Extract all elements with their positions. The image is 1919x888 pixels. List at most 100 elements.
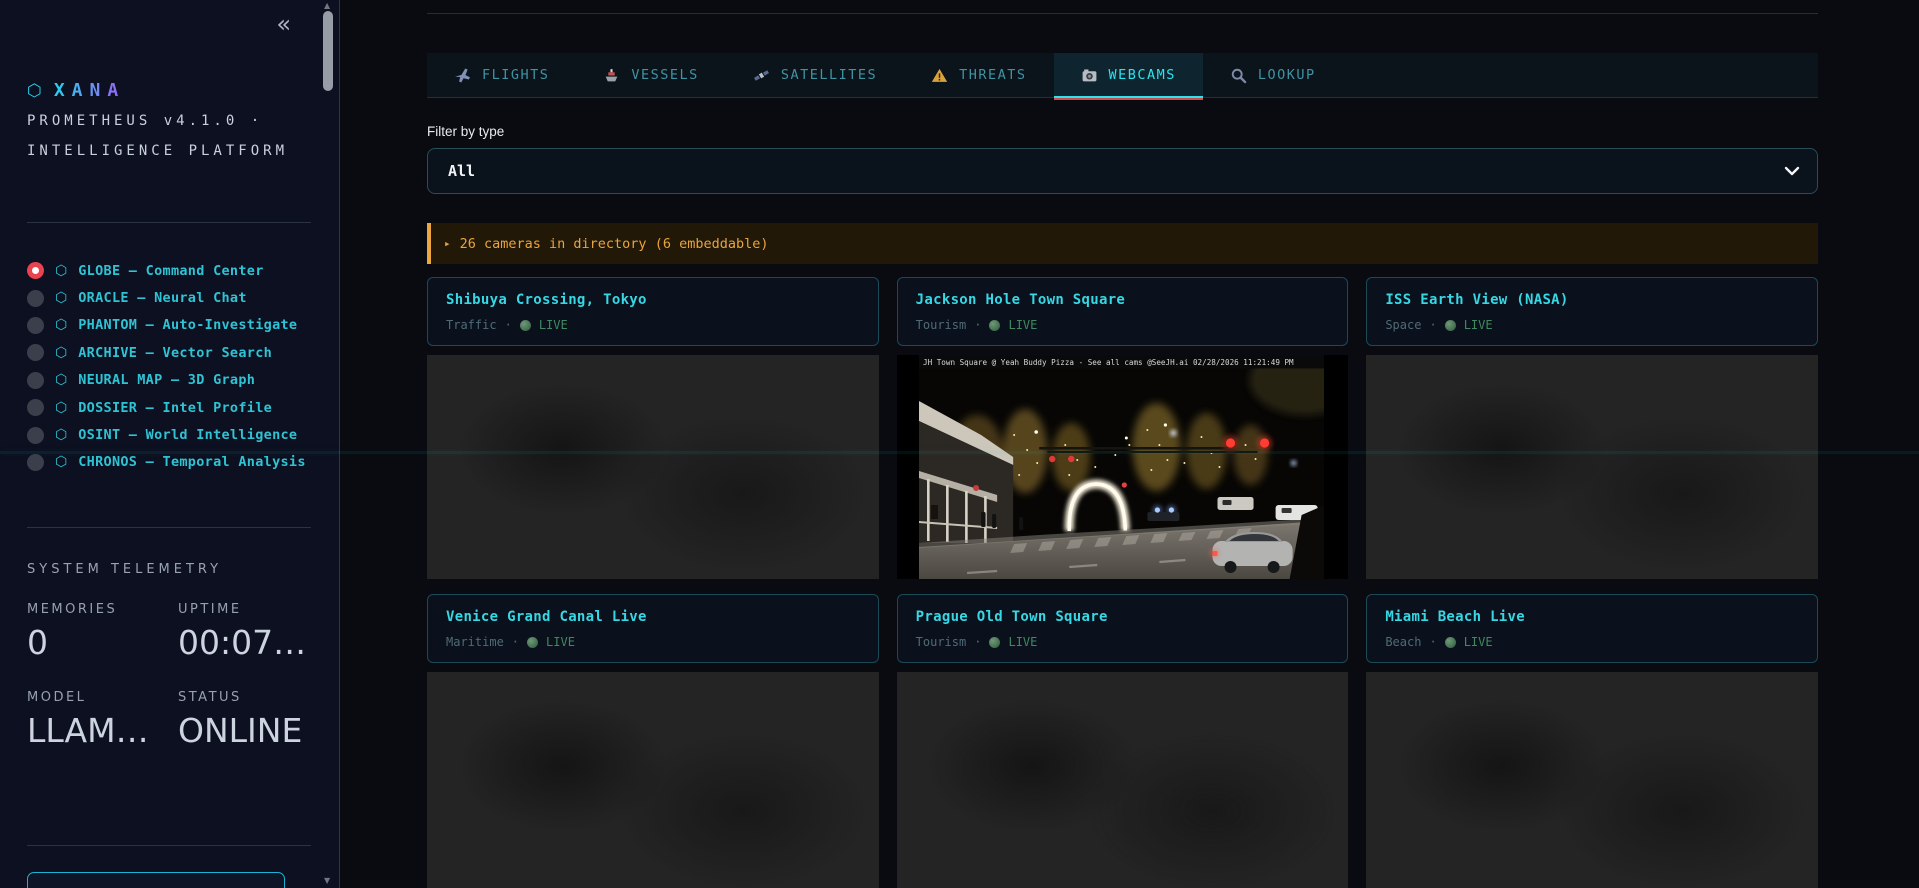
sidebar-divider: [27, 222, 311, 223]
webcam-video-embed[interactable]: [1366, 355, 1818, 579]
stat-label: MODEL: [27, 690, 87, 705]
mode-radio[interactable]: [27, 262, 44, 280]
live-dot-icon: [519, 319, 531, 331]
webcam-card: Venice Grand Canal Live Maritime · LIVE: [427, 594, 879, 888]
mode-option-2[interactable]: ⬡ ORACLE – Neural Chat: [27, 284, 306, 311]
stat-value: ONLINE: [178, 711, 303, 750]
mode-label: ORACLE – Neural Chat: [78, 290, 247, 307]
live-status-label: LIVE: [1008, 635, 1038, 649]
tab-label: WEBCAMS: [1108, 67, 1176, 83]
meta-separator: ·: [974, 635, 982, 649]
meta-separator: ·: [1429, 318, 1437, 332]
mode-option-5[interactable]: ⬡ NEURAL MAP – 3D Graph: [27, 367, 306, 394]
lookup-icon: [1230, 67, 1247, 84]
mode-radio[interactable]: [27, 289, 44, 307]
webcam-video-embed[interactable]: [896, 672, 1349, 888]
mode-option-8[interactable]: ⬡ CHRONOS – Temporal Analysis: [27, 449, 306, 476]
tab-vessels[interactable]: VESSELS: [576, 53, 725, 97]
tab-satellites[interactable]: SATELLITES: [726, 53, 904, 97]
mode-option-4[interactable]: ⬡ ARCHIVE – Vector Search: [27, 339, 306, 366]
webcam-card-header: Miami Beach Live Beach · LIVE: [1366, 594, 1818, 663]
scroll-down-icon[interactable]: ▼: [324, 876, 330, 885]
scrollbar-thumb[interactable]: [323, 11, 333, 91]
chevron-down-icon: [1784, 166, 1800, 176]
mode-option-6[interactable]: ⬡ DOSSIER – Intel Profile: [27, 394, 306, 421]
sidebar: « ⬡ XANA PROMETHEUS v4.1.0 · INTELLIGENC…: [0, 0, 340, 888]
webcam-title: Miami Beach Live: [1385, 609, 1525, 625]
tab-label: LOOKUP: [1257, 67, 1316, 83]
sidebar-collapse-button[interactable]: «: [276, 10, 291, 38]
webcam-card-header: ISS Earth View (NASA) Space · LIVE: [1366, 277, 1818, 346]
meta-separator: ·: [974, 318, 982, 332]
mode-label: CHRONOS – Temporal Analysis: [78, 454, 306, 471]
tab-webcams[interactable]: WEBCAMS: [1053, 53, 1204, 100]
filter-type-select[interactable]: All: [427, 148, 1818, 194]
hexagon-icon: ⬡: [55, 454, 68, 471]
telemetry-stat: UPTIME 00:07…: [178, 602, 307, 662]
webcam-category: Maritime: [446, 635, 504, 649]
webcam-video-embed[interactable]: JH Town Square @ Yeah Buddy Pizza - See …: [896, 355, 1349, 579]
tab-bar: FLIGHTS VESSELS SATELLITES THREATS WEBCA…: [427, 53, 1818, 100]
stat-value: 00:07…: [178, 623, 307, 662]
banner-text: 26 cameras in directory (6 embeddable): [459, 235, 769, 252]
webcam-meta: Traffic · LIVE: [446, 318, 860, 332]
webcam-card: Jackson Hole Town Square Tourism · LIVE: [896, 277, 1349, 579]
webcam-category: Beach: [1385, 635, 1422, 649]
mode-option-7[interactable]: ⬡ OSINT – World Intelligence: [27, 421, 306, 448]
telemetry-stats: MEMORIES 0 UPTIME 00:07… MODEL LLAM… STA…: [27, 602, 307, 778]
webcam-title: Prague Old Town Square: [915, 609, 1108, 625]
tab-lookup[interactable]: LOOKUP: [1203, 53, 1343, 97]
camera-count-banner: ▸ 26 cameras in directory (6 embeddable): [427, 223, 1818, 264]
tab-threats[interactable]: THREATS: [904, 53, 1053, 97]
mode-radio[interactable]: [27, 316, 44, 334]
flights-icon: [454, 67, 471, 84]
mode-radio[interactable]: [27, 453, 44, 471]
mode-option-3[interactable]: ⬡ PHANTOM – Auto-Investigate: [27, 312, 306, 339]
chat-input-box[interactable]: [27, 872, 285, 888]
hexagon-icon: ⬡: [55, 317, 68, 334]
sidebar-divider: [27, 845, 311, 846]
live-status-label: LIVE: [1463, 318, 1493, 332]
meta-separator: ·: [1429, 635, 1437, 649]
webcam-overlay-text: JH Town Square @ Yeah Buddy Pizza - See …: [923, 358, 1294, 367]
webcam-card: Shibuya Crossing, Tokyo Traffic · LIVE: [427, 277, 879, 579]
stat-value: 0: [27, 623, 48, 662]
webcam-card-header: Venice Grand Canal Live Maritime · LIVE: [427, 594, 879, 663]
tab-flights[interactable]: FLIGHTS: [427, 53, 576, 97]
mode-option-1[interactable]: ⬡ GLOBE – Command Center: [27, 257, 306, 284]
webcam-video-embed[interactable]: [427, 672, 879, 888]
hexagon-icon: ⬡: [55, 262, 68, 279]
tab-label: THREATS: [959, 67, 1027, 83]
filter-selected-value: All: [448, 162, 476, 180]
mode-radio[interactable]: [27, 399, 44, 417]
webcam-title: Shibuya Crossing, Tokyo: [446, 292, 647, 308]
sidebar-scrollbar[interactable]: ▲ ▼: [322, 0, 335, 888]
telemetry-heading: SYSTEM TELEMETRY: [27, 562, 223, 577]
telemetry-stat: STATUS ONLINE: [178, 690, 307, 750]
mode-radio[interactable]: [27, 371, 44, 389]
threats-icon: [931, 67, 948, 84]
mode-radio[interactable]: [27, 344, 44, 362]
mode-list: ⬡ GLOBE – Command Center ⬡ ORACLE – Neur…: [27, 257, 306, 476]
mode-label: OSINT – World Intelligence: [78, 427, 298, 444]
vessels-icon: [603, 67, 620, 84]
mode-radio[interactable]: [27, 426, 44, 444]
live-dot-icon: [527, 636, 539, 648]
live-status-label: LIVE: [1463, 635, 1493, 649]
satellites-icon: [753, 67, 770, 84]
filter-by-type-label: Filter by type: [427, 124, 505, 139]
webcam-card: Miami Beach Live Beach · LIVE: [1366, 594, 1818, 888]
webcam-category: Traffic: [446, 318, 497, 332]
mode-label: PHANTOM – Auto-Investigate: [78, 317, 298, 334]
webcam-video-embed[interactable]: [1366, 672, 1818, 888]
mode-label: GLOBE – Command Center: [78, 262, 264, 279]
webcam-video-embed[interactable]: [427, 355, 879, 579]
webcam-feed-image: JH Town Square @ Yeah Buddy Pizza - See …: [918, 355, 1325, 579]
webcam-title: Jackson Hole Town Square: [915, 292, 1126, 308]
webcam-meta: Space · LIVE: [1385, 318, 1799, 332]
live-dot-icon: [1444, 319, 1456, 331]
hexagon-icon: ⬡: [55, 427, 68, 444]
scroll-up-icon[interactable]: ▲: [324, 1, 330, 10]
telemetry-stat: MODEL LLAM…: [27, 690, 178, 750]
webcam-title: Venice Grand Canal Live: [446, 609, 647, 625]
